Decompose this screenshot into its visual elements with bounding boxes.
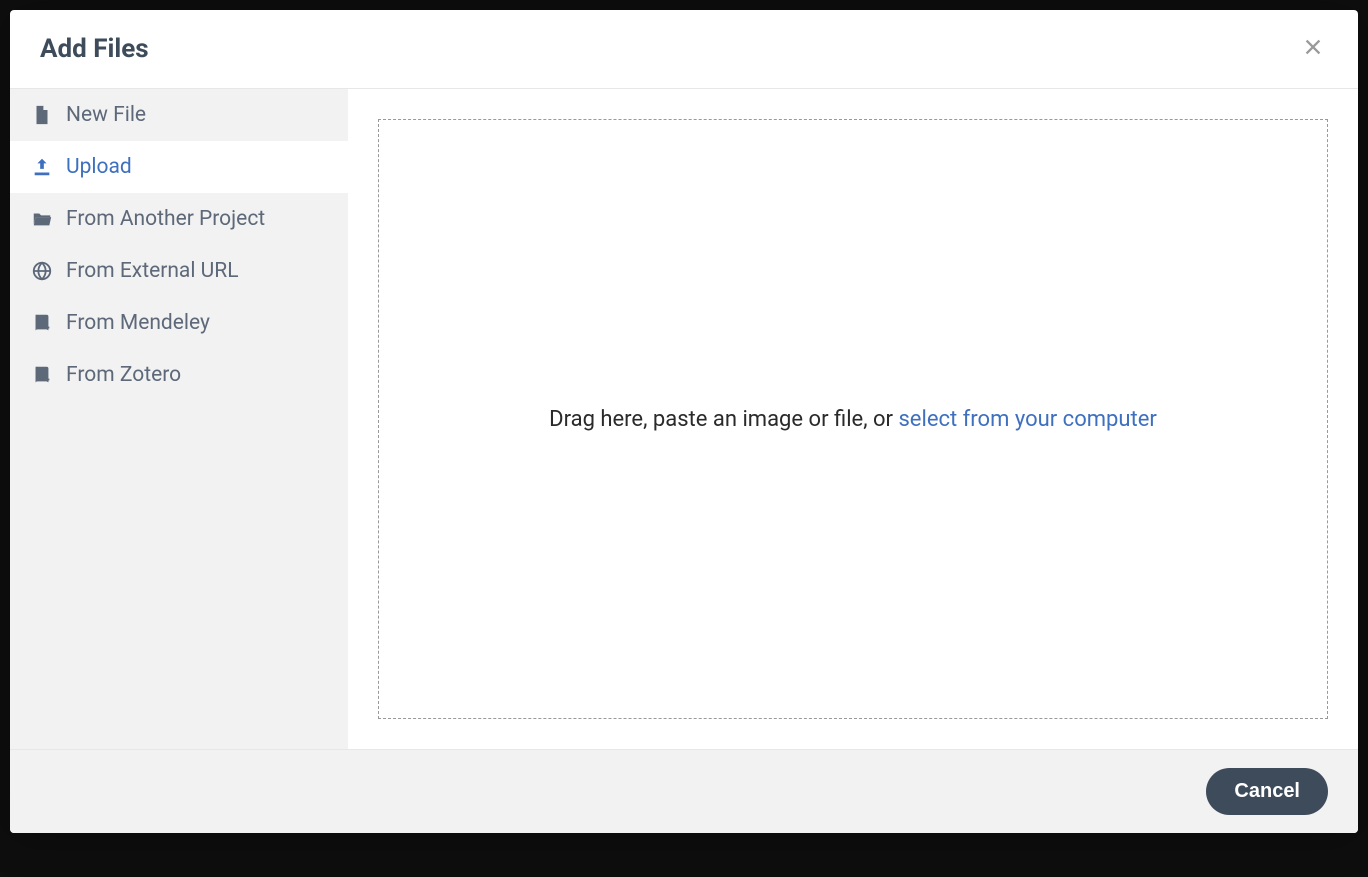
upload-panel: Drag here, paste an image or file, or se… xyxy=(348,89,1358,749)
globe-icon xyxy=(30,260,54,282)
upload-icon xyxy=(30,156,54,178)
sidebar-item-label: Upload xyxy=(66,155,132,179)
modal-header: Add Files xyxy=(10,10,1358,89)
sidebar-item-label: From Another Project xyxy=(66,207,265,231)
close-icon xyxy=(1302,34,1324,64)
sidebar-item-from-mendeley[interactable]: From Mendeley xyxy=(10,297,348,349)
modal-footer: Cancel xyxy=(10,749,1358,833)
sidebar-item-from-external-url[interactable]: From External URL xyxy=(10,245,348,297)
sidebar-item-new-file[interactable]: New File xyxy=(10,89,348,141)
sidebar-item-label: From Mendeley xyxy=(66,311,210,335)
dropzone[interactable]: Drag here, paste an image or file, or se… xyxy=(378,119,1328,719)
book-icon xyxy=(30,364,54,386)
sidebar: New File Upload From A xyxy=(10,89,348,749)
close-button[interactable] xyxy=(1298,32,1328,66)
add-files-modal: Add Files New File xyxy=(10,10,1358,833)
modal-body: New File Upload From A xyxy=(10,89,1358,749)
file-icon xyxy=(30,104,54,126)
folder-open-icon xyxy=(30,208,54,230)
book-icon xyxy=(30,312,54,334)
sidebar-item-upload[interactable]: Upload xyxy=(10,141,348,193)
sidebar-item-from-another-project[interactable]: From Another Project xyxy=(10,193,348,245)
modal-title: Add Files xyxy=(40,34,149,64)
sidebar-item-label: From External URL xyxy=(66,259,239,283)
cancel-button[interactable]: Cancel xyxy=(1206,768,1328,815)
sidebar-item-from-zotero[interactable]: From Zotero xyxy=(10,349,348,401)
sidebar-item-label: New File xyxy=(66,103,146,127)
dropzone-text: Drag here, paste an image or file, or se… xyxy=(549,407,1157,432)
dropzone-prefix: Drag here, paste an image or file, or xyxy=(549,407,898,432)
sidebar-item-label: From Zotero xyxy=(66,363,181,387)
select-from-computer-link[interactable]: select from your computer xyxy=(898,407,1156,432)
